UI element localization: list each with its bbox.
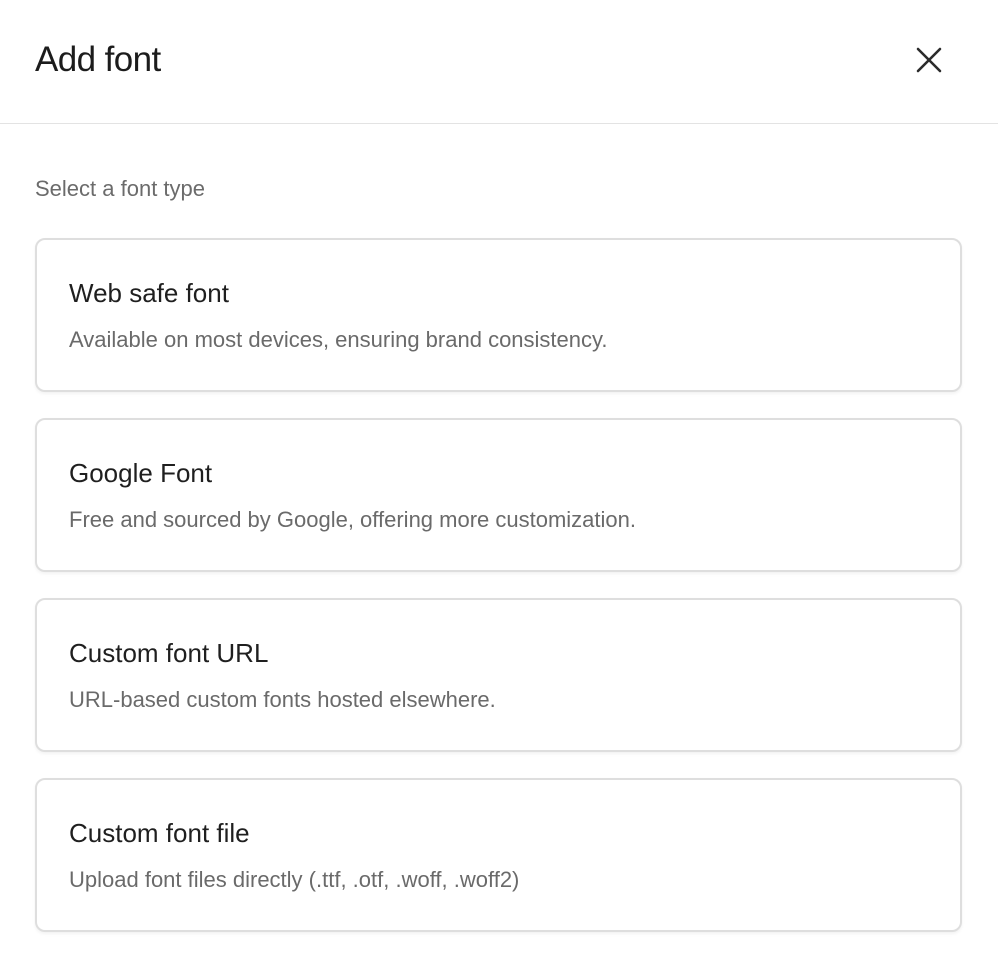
- dialog-header: Add font: [0, 0, 998, 124]
- font-type-list: Web safe font Available on most devices,…: [35, 238, 962, 958]
- option-title: Custom font URL: [69, 638, 269, 668]
- option-description: Free and sourced by Google, offering mor…: [69, 507, 637, 532]
- option-description: Upload font files directly (.ttf, .otf, …: [69, 867, 520, 892]
- font-type-prompt: Select a font type: [35, 176, 205, 201]
- option-title: Web safe font: [69, 278, 229, 308]
- option-description: Available on most devices, ensuring bran…: [69, 327, 608, 352]
- option-title: Custom font file: [69, 818, 250, 848]
- option-title: Google Font: [69, 458, 213, 488]
- option-description: URL-based custom fonts hosted elsewhere.: [69, 687, 496, 712]
- add-font-dialog: Add font Select a font type Web safe fon…: [0, 0, 998, 974]
- option-google-font[interactable]: Google Font Free and sourced by Google, …: [35, 418, 962, 572]
- option-custom-font-file[interactable]: Custom font file Upload font files direc…: [35, 778, 962, 932]
- option-web-safe-font[interactable]: Web safe font Available on most devices,…: [35, 238, 962, 392]
- close-icon: [915, 46, 943, 77]
- close-button[interactable]: [906, 38, 952, 84]
- dialog-title: Add font: [35, 40, 161, 79]
- option-custom-font-url[interactable]: Custom font URL URL-based custom fonts h…: [35, 598, 962, 752]
